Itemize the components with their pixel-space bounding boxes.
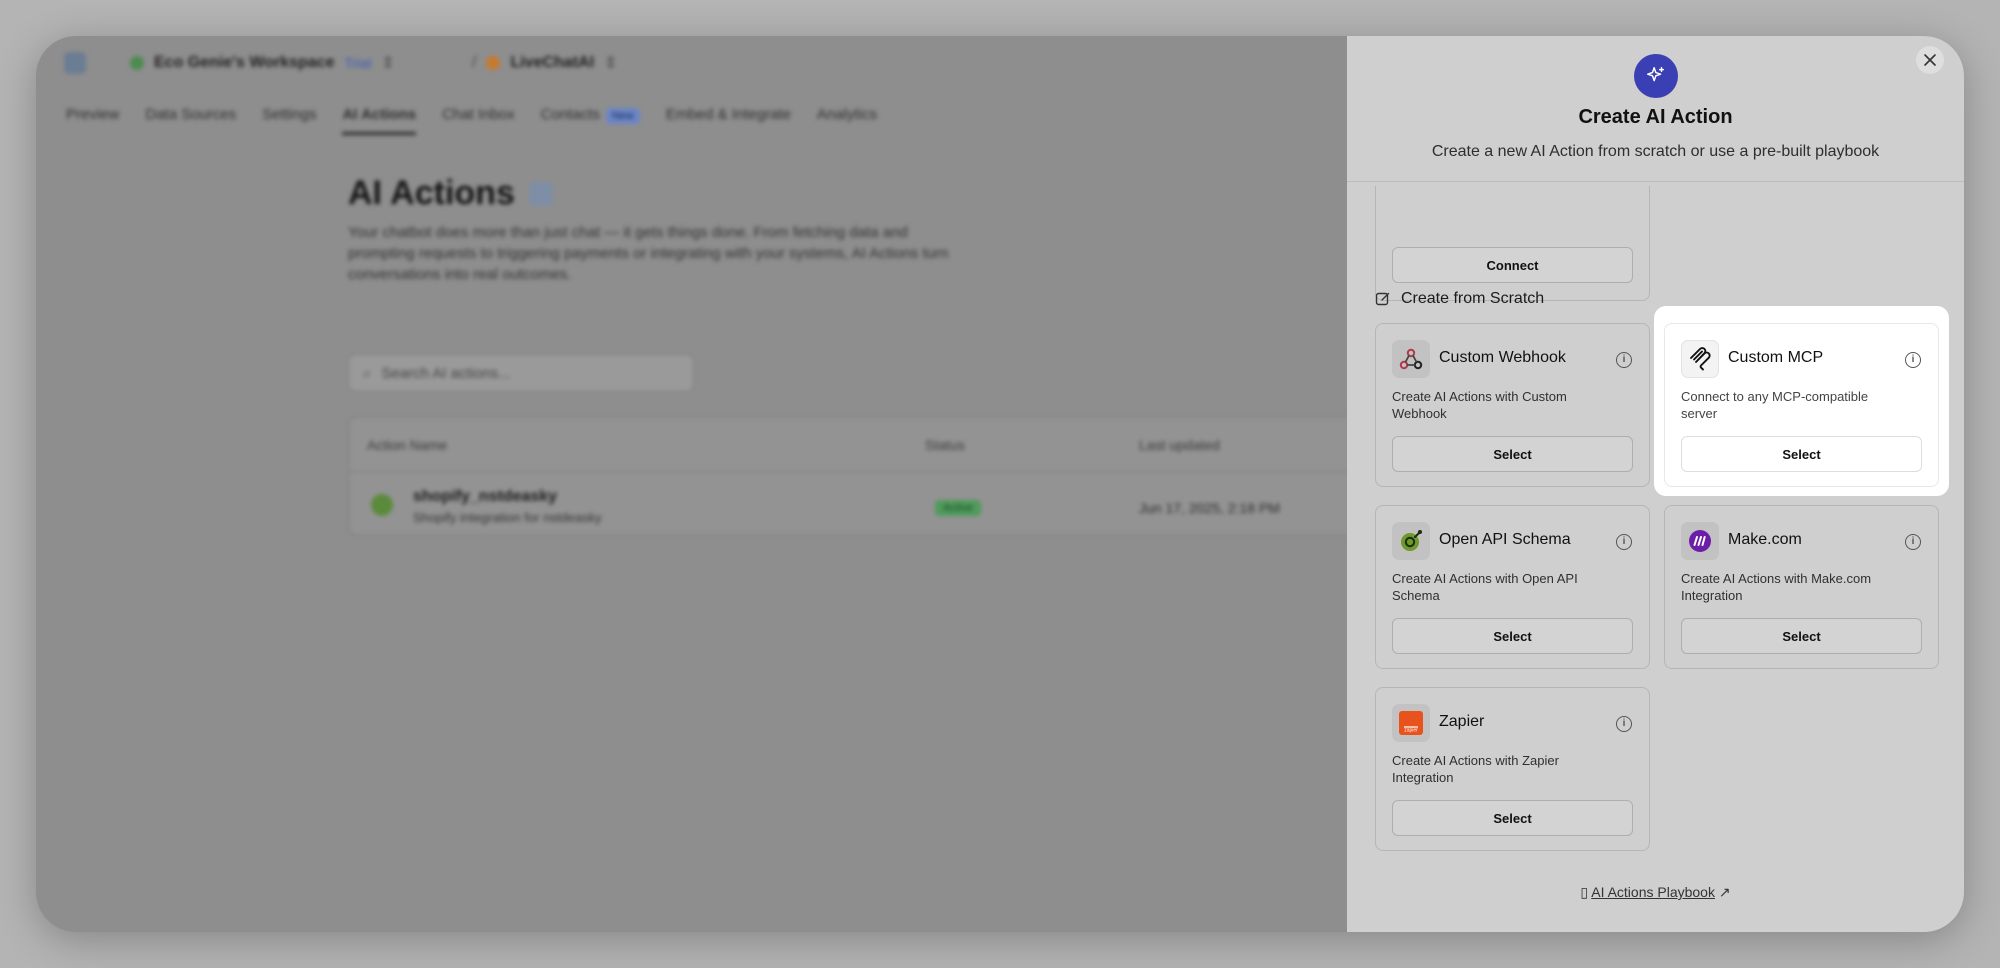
tab-preview[interactable]: Preview	[66, 106, 119, 135]
tab-contacts[interactable]: Contacts New	[541, 106, 640, 135]
section-title: Create from Scratch	[1401, 290, 1545, 307]
mcp-icon	[1681, 340, 1719, 378]
info-icon[interactable]: i	[1905, 534, 1921, 550]
info-icon[interactable]: i	[1905, 352, 1921, 368]
page-title-text: AI Actions	[348, 174, 515, 212]
tab-chat-inbox[interactable]: Chat Inbox	[442, 106, 515, 135]
card-title: Open API Schema	[1439, 531, 1571, 548]
tab-ai-actions[interactable]: AI Actions	[342, 106, 417, 135]
info-icon[interactable]: i	[1616, 352, 1632, 368]
ai-actions-playbook-link[interactable]: AI Actions Playbook	[1591, 884, 1715, 900]
select-button[interactable]: Select	[1681, 618, 1922, 654]
card-make-com[interactable]: Make.com i Create AI Actions with Make.c…	[1664, 505, 1939, 669]
card-description: Create AI Actions with Zapier Integratio…	[1392, 753, 1559, 785]
panel-title: Create AI Action	[1578, 106, 1733, 128]
openapi-icon	[1392, 522, 1430, 560]
card-title: Make.com	[1728, 531, 1802, 548]
card-custom-webhook[interactable]: Custom Webhook i Create AI Actions with …	[1375, 323, 1650, 487]
card-description: Create AI Actions with Open API Schema	[1392, 571, 1578, 603]
tab-data-sources[interactable]: Data Sources	[145, 106, 236, 135]
select-button[interactable]: Select	[1681, 436, 1922, 472]
tab-settings[interactable]: Settings	[262, 106, 316, 135]
action-subtitle: Shopify integration for nstdeasky	[413, 510, 602, 525]
card-description: Connect to any MCP-compatible server	[1681, 389, 1869, 421]
card-description: Create AI Actions with Make.com Integrat…	[1681, 571, 1872, 603]
workspace-switcher[interactable]: Eco Genie's Workspace Trial ⇕	[130, 53, 395, 73]
chevron-updown-icon: ⇕	[381, 55, 395, 72]
action-name: shopify_nstdeasky	[413, 488, 558, 505]
card-title: Zapier	[1439, 713, 1485, 730]
page-description: Your chatbot does more than just chat — …	[348, 224, 949, 283]
page-title: AI Actions	[348, 174, 553, 213]
column-header-status: Status	[925, 437, 965, 453]
card-description: Create AI Actions with Custom Webhook	[1392, 389, 1567, 421]
nav-tabs: Preview Data Sources Settings AI Actions…	[66, 106, 877, 135]
project-dot-icon	[486, 56, 501, 70]
project-switcher[interactable]: / LiveChatAI ⇕	[472, 53, 617, 73]
select-button[interactable]: Select	[1392, 618, 1633, 654]
app-logo-icon	[64, 52, 86, 74]
panel-subtitle: Create a new AI Action from scratch or u…	[1431, 143, 1880, 160]
select-button[interactable]: Select	[1392, 800, 1633, 836]
search-icon: ⌕	[363, 364, 372, 382]
search-placeholder: Search AI actions...	[381, 364, 511, 382]
search-input[interactable]: ⌕ Search AI actions...	[348, 354, 694, 392]
svg-text:zapier: zapier	[1404, 728, 1418, 734]
slash-divider: /	[472, 54, 477, 71]
select-button[interactable]: Select	[1392, 436, 1633, 472]
workspace-dot-icon	[130, 56, 144, 70]
book-icon: ▯	[1580, 884, 1589, 900]
table-row[interactable]: shopify_nstdeasky Shopify integration fo…	[349, 471, 1389, 536]
info-icon[interactable]: i	[1616, 716, 1632, 732]
chevron-updown-icon: ⇕	[604, 55, 618, 72]
sparkles-icon	[1634, 54, 1678, 98]
tab-contacts-label: Contacts	[540, 106, 600, 123]
chevron-down-icon[interactable]	[528, 181, 553, 206]
webhook-icon	[1392, 340, 1430, 378]
zapier-icon: zapier	[1392, 704, 1430, 742]
info-icon[interactable]: i	[1616, 534, 1632, 550]
card-zapier[interactable]: zapier Zapier i Create AI Actions with Z…	[1375, 687, 1650, 851]
project-name: LiveChatAI	[510, 54, 595, 71]
playbook-card-partial: Connect	[1375, 186, 1650, 301]
close-button[interactable]	[1916, 46, 1944, 74]
app-window: Eco Genie's Workspace Trial ⇕ / LiveChat…	[36, 36, 1964, 932]
column-header-action-name: Action Name	[367, 437, 448, 453]
column-header-last-updated: Last updated	[1139, 437, 1220, 453]
tab-embed-integrate[interactable]: Embed & Integrate	[666, 106, 791, 135]
shopify-icon	[371, 494, 393, 516]
top-bar: Eco Genie's Workspace Trial ⇕ / LiveChat…	[36, 36, 1386, 88]
external-link-icon: ↗	[1718, 884, 1731, 900]
last-updated: Jun 17, 2025, 2:18 PM	[1139, 500, 1280, 516]
workspace-name: Eco Genie's Workspace	[154, 54, 335, 71]
connect-button[interactable]: Connect	[1392, 247, 1633, 283]
header-divider	[1347, 181, 1964, 182]
edit-square-icon	[1375, 292, 1390, 306]
tab-analytics[interactable]: Analytics	[817, 106, 877, 135]
close-icon	[1924, 54, 1936, 66]
status-badge: Active	[935, 500, 981, 516]
section-header: Create from Scratch	[1375, 290, 1544, 308]
plan-badge: Trial	[344, 55, 372, 71]
playbook-footer: ▯ AI Actions Playbook ↗	[1347, 884, 1964, 901]
card-open-api-schema[interactable]: Open API Schema i Create AI Actions with…	[1375, 505, 1650, 669]
background-app: Eco Genie's Workspace Trial ⇕ / LiveChat…	[36, 36, 1390, 932]
card-title: Custom Webhook	[1439, 349, 1566, 366]
make-icon	[1681, 522, 1719, 560]
card-custom-mcp[interactable]: Custom MCP i Connect to any MCP-compatib…	[1664, 323, 1939, 487]
actions-table: Action Name Status Last updated shopify_…	[348, 416, 1390, 536]
new-badge: New	[605, 108, 640, 124]
card-title: Custom MCP	[1728, 349, 1824, 366]
